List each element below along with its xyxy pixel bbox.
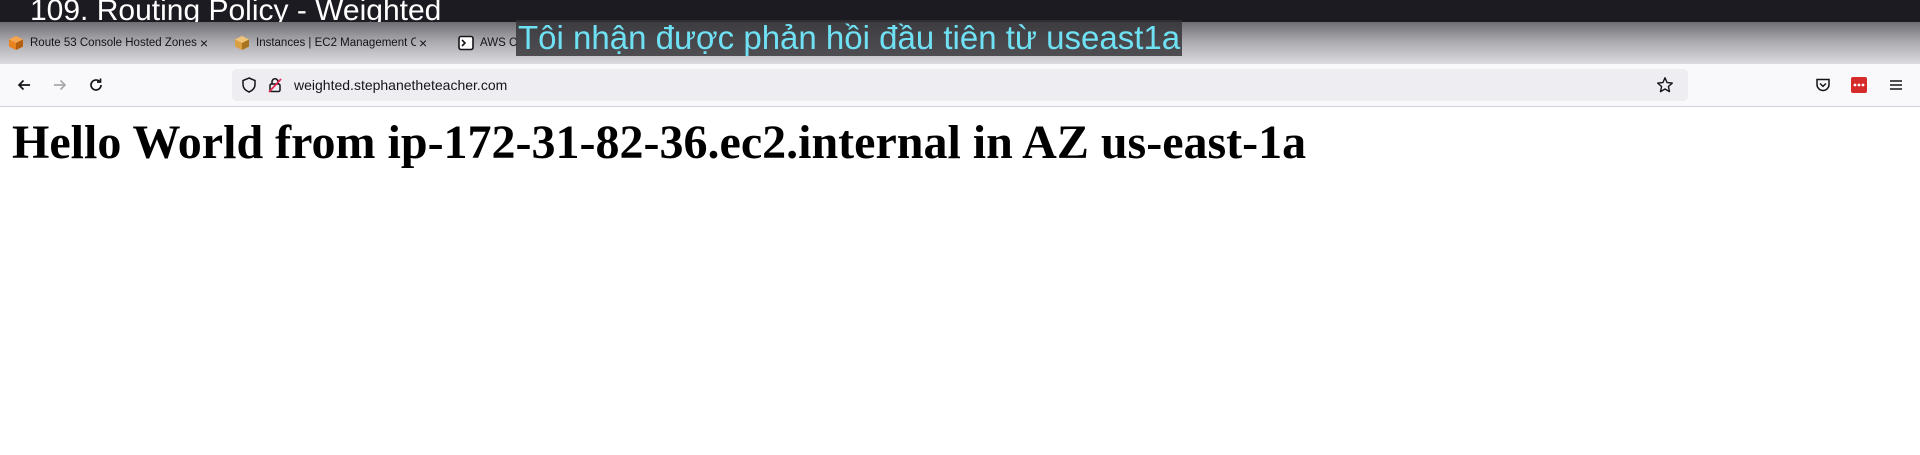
forward-arrow-icon [54, 79, 67, 91]
page-heading: Hello World from ip-172-31-82-36.ec2.int… [12, 116, 1307, 169]
insecure-lock-icon[interactable] [266, 76, 284, 94]
close-icon[interactable]: × [419, 36, 427, 50]
url-prefix: weighted. [294, 77, 354, 93]
url-host: stephanetheteacher.com [353, 77, 508, 93]
menu-button[interactable] [1884, 73, 1908, 97]
aws-cube-icon [235, 36, 249, 50]
shield-icon[interactable] [240, 76, 258, 94]
forward-button[interactable] [48, 73, 72, 97]
video-subtitle: Tôi nhận được phản hồi đầu tiên từ useas… [516, 19, 1183, 56]
url-text[interactable]: weighted.stephanetheteacher.com [294, 77, 507, 93]
hamburger-menu-icon [1890, 80, 1902, 90]
bookmark-star-icon[interactable] [1656, 76, 1674, 94]
reload-icon [90, 78, 102, 91]
tab-route53[interactable]: Route 53 Console Hosted Zones × [8, 28, 213, 58]
extension-button[interactable] [1847, 73, 1871, 97]
tab-label: Route 53 Console Hosted Zones [30, 37, 197, 49]
aws-orange-cube-icon [9, 36, 23, 50]
tab-label: Instances | EC2 Management Co [256, 37, 416, 49]
tab-ec2-instances[interactable]: Instances | EC2 Management Co × [234, 28, 439, 58]
back-button[interactable] [12, 73, 36, 97]
pocket-icon [1816, 78, 1830, 92]
address-bar[interactable]: weighted.stephanetheteacher.com [232, 69, 1688, 101]
close-icon[interactable]: × [200, 36, 208, 50]
reload-button[interactable] [84, 73, 108, 97]
pocket-button[interactable] [1811, 73, 1835, 97]
back-arrow-icon [17, 79, 30, 91]
navigation-toolbar: weighted.stephanetheteacher.com [0, 64, 1920, 107]
tab-label: AWS C [480, 37, 518, 49]
video-title: 109. Routing Policy - Weighted [30, 0, 442, 22]
terminal-icon [458, 35, 474, 51]
lastpass-extension-icon [1851, 77, 1867, 93]
